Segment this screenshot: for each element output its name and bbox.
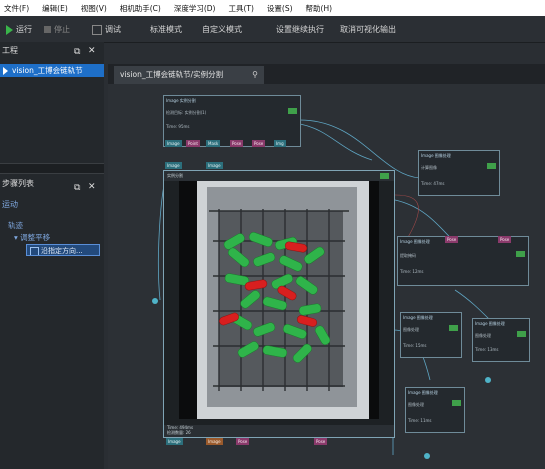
- play-icon[interactable]: [517, 331, 526, 337]
- output-port[interactable]: Img: [274, 140, 286, 147]
- port-dot[interactable]: [152, 298, 158, 304]
- output-port[interactable]: Pose: [236, 438, 250, 445]
- output-port[interactable]: Point: [186, 140, 200, 147]
- output-port[interactable]: Pose: [230, 140, 244, 147]
- port-dot[interactable]: [485, 377, 491, 383]
- input-port[interactable]: Image: [165, 162, 182, 169]
- play-icon[interactable]: [288, 108, 297, 114]
- output-port[interactable]: Pose: [252, 140, 266, 147]
- play-icon[interactable]: [516, 251, 525, 257]
- output-port[interactable]: Image: [165, 140, 182, 147]
- play-icon[interactable]: [452, 400, 461, 406]
- segmentation-image: [179, 181, 379, 419]
- output-port[interactable]: Image: [166, 438, 183, 445]
- output-port[interactable]: Pose: [314, 438, 328, 445]
- node-extract-mask[interactable]: Image 图像处理 提取掩码 Time: 12ms: [397, 236, 529, 286]
- play-icon[interactable]: [380, 173, 389, 179]
- node-process-b[interactable]: Image 图像处理 图像处理 Time: 13ms: [472, 318, 530, 362]
- node-process-c[interactable]: Image 图像处理 图像处理 Time: 11ms: [405, 387, 465, 433]
- input-port[interactable]: Image: [206, 162, 223, 169]
- play-icon[interactable]: [487, 163, 496, 169]
- input-port[interactable]: Pose: [498, 236, 512, 243]
- play-icon[interactable]: [449, 325, 458, 331]
- link-line: [299, 123, 373, 161]
- input-port[interactable]: Pose: [445, 236, 459, 243]
- port-dot[interactable]: [424, 453, 430, 459]
- output-port[interactable]: Image: [206, 438, 223, 445]
- node-process-a[interactable]: Image 图像处理 图像处理 Time: 15ms: [400, 312, 462, 358]
- output-port[interactable]: Mask: [206, 140, 221, 147]
- node-image-process[interactable]: Image 图像处理 计算图像 Time: 47ms: [418, 150, 500, 196]
- app-window: 文件(F) 编辑(E) 视图(V) 相机助手(C) 深度学习(D) 工具(T) …: [0, 0, 545, 469]
